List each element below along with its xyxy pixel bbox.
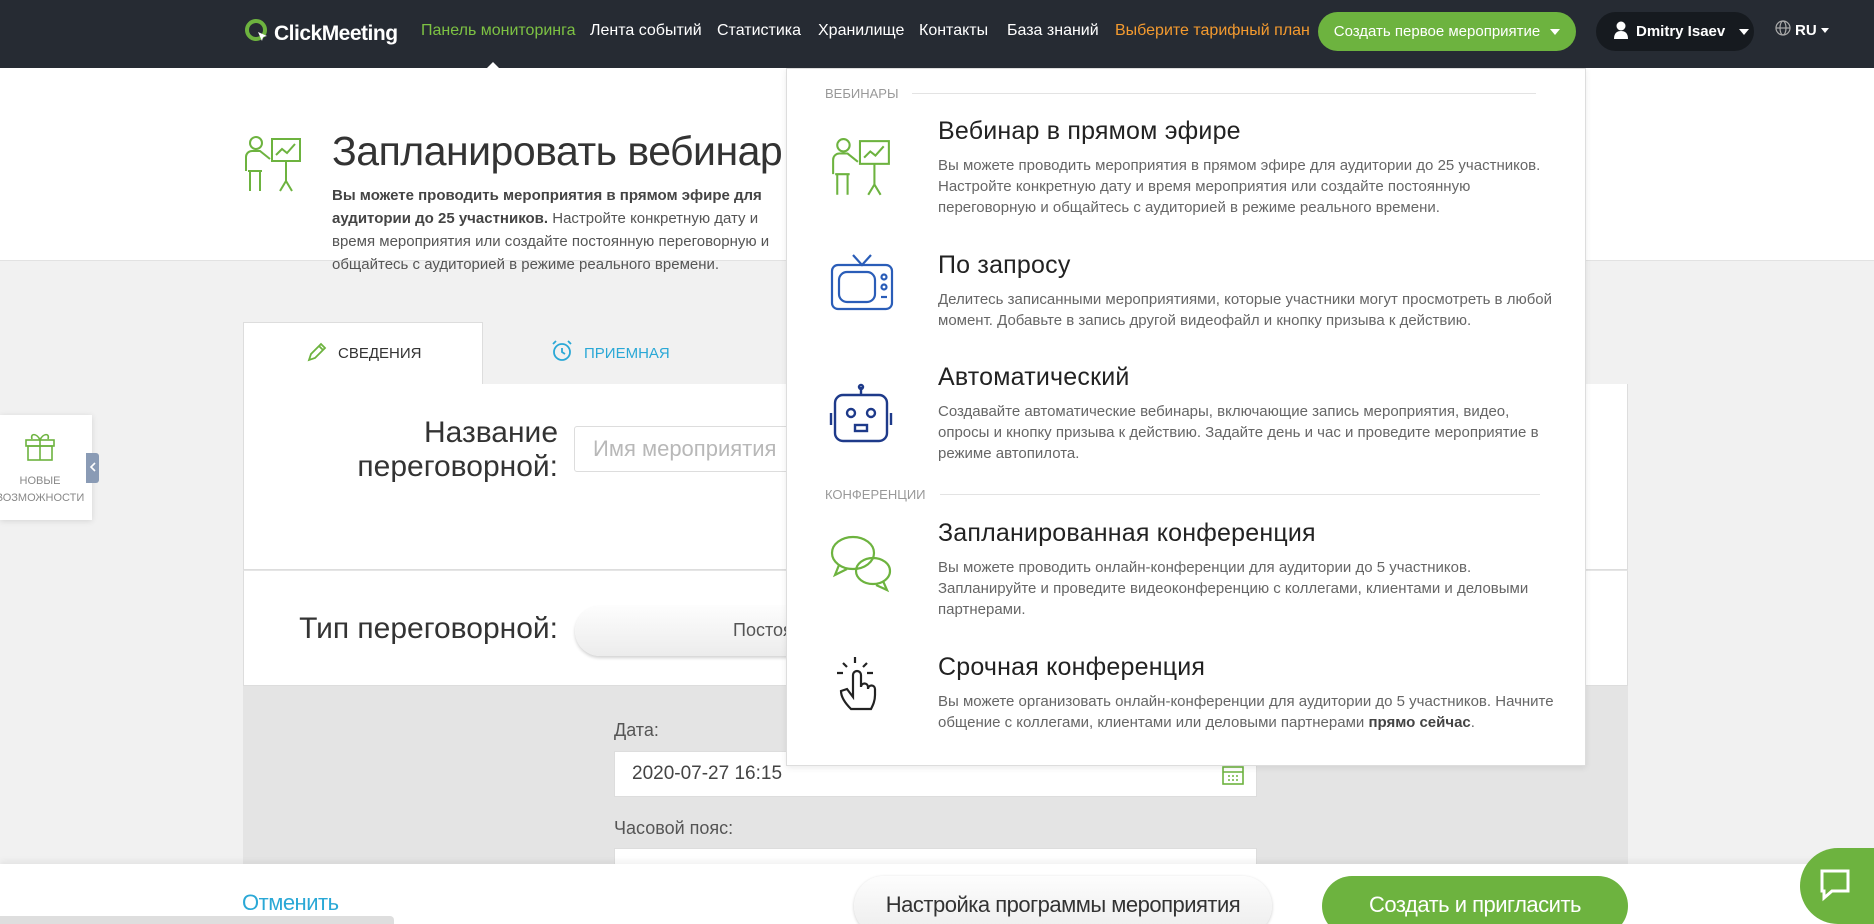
calendar-icon[interactable]: [1222, 765, 1244, 791]
section-webinars: ВЕБИНАРЫ: [825, 86, 1537, 101]
create-first-event-button[interactable]: Создать первое мероприятие: [1318, 12, 1576, 51]
menu-item-title: Запланированная конференция: [938, 519, 1316, 547]
nav-storage[interactable]: Хранилище: [818, 22, 904, 40]
nav-knowledge-base[interactable]: База знаний: [1007, 22, 1099, 40]
menu-item-desc: Делитесь записанными мероприятиями, кото…: [938, 291, 1553, 329]
menu-item-title: Вебинар в прямом эфире: [938, 117, 1241, 145]
new-features-widget[interactable]: НОВЫЕ ВОЗМОЖНОСТИ: [0, 415, 92, 520]
page-description: Вы можете проводить мероприятия в прямом…: [332, 187, 770, 273]
menu-item-desc: Вы можете организовать онлайн-конференци…: [938, 693, 1554, 731]
active-nav-pointer: [486, 62, 500, 69]
caret-down-icon: [1820, 27, 1829, 33]
alarm-clock-icon: [550, 339, 574, 367]
tap-hand-icon: [829, 651, 889, 720]
cancel-link[interactable]: Отменить: [242, 890, 339, 916]
caret-down-icon: [1550, 28, 1561, 35]
menu-item-desc: Вы можете проводить онлайн-конференции д…: [938, 559, 1529, 618]
tab-waiting-room-label: ПРИЕМНАЯ: [584, 344, 670, 362]
tv-icon: [829, 251, 895, 318]
caret-down-icon: [1739, 28, 1750, 35]
logo-icon: [244, 18, 270, 49]
robot-icon: [829, 383, 893, 450]
nav-dashboard[interactable]: Панель мониторинга: [421, 22, 576, 40]
status-bar: [0, 916, 394, 924]
clickmeeting-logo[interactable]: ClickMeeting: [244, 18, 398, 49]
create-event-dropdown: ВЕБИНАРЫ Вебинар в прямом эфире Вы может…: [786, 68, 1586, 766]
language-code: RU: [1795, 21, 1817, 39]
pencil-icon: [306, 341, 328, 367]
logo-text: ClickMeeting: [274, 21, 398, 45]
tab-waiting-room[interactable]: ПРИЕМНАЯ: [550, 322, 670, 384]
agenda-setup-button[interactable]: Настройка программы мероприятия: [854, 876, 1272, 924]
chat-button[interactable]: [1800, 848, 1874, 924]
webinar-presenter-icon: [829, 137, 893, 206]
room-type-label: Тип переговорной:: [299, 612, 558, 645]
page-title: Запланировать вебинар: [332, 128, 783, 174]
section-conferences: КОНФЕРЕНЦИИ: [825, 487, 1540, 502]
timezone-label: Часовой пояс:: [614, 818, 734, 838]
new-features-text: НОВЫЕ ВОЗМОЖНОСТИ: [0, 475, 85, 504]
date-label: Дата:: [614, 720, 659, 740]
chevron-left-icon: [89, 459, 97, 477]
user-silhouette-icon: [1614, 21, 1628, 43]
menu-item-title: По запросу: [938, 251, 1071, 279]
globe-icon: [1775, 20, 1791, 40]
chat-bubble-icon: [1816, 865, 1854, 908]
nav-contacts[interactable]: Контакты: [919, 22, 988, 40]
chat-bubbles-icon: [829, 533, 893, 598]
nav-events-feed[interactable]: Лента событий: [590, 22, 702, 40]
webinar-presenter-icon: [242, 135, 304, 202]
room-name-label: Название переговорной:: [357, 416, 558, 483]
create-invite-button[interactable]: Создать и пригласить: [1322, 876, 1628, 924]
menu-item-desc: Создавайте автоматические вебинары, вклю…: [938, 403, 1539, 462]
language-selector[interactable]: RU: [1775, 20, 1829, 40]
top-navbar: ClickMeeting Панель мониторинга Лента со…: [0, 0, 1874, 68]
tab-details[interactable]: СВЕДЕНИЯ: [243, 322, 483, 384]
menu-item-title: Срочная конференция: [938, 653, 1206, 681]
user-name: Dmitry Isaev: [1636, 23, 1726, 40]
nav-choose-plan[interactable]: Выберите тарифный план: [1115, 22, 1310, 40]
date-value: 2020-07-27 16:15: [632, 763, 783, 784]
tab-details-label: СВЕДЕНИЯ: [338, 345, 422, 362]
collapse-widget-button[interactable]: [86, 453, 99, 483]
create-first-event-label: Создать первое мероприятие: [1333, 23, 1541, 40]
user-menu[interactable]: Dmitry Isaev: [1596, 12, 1754, 51]
gift-icon: [24, 431, 56, 466]
menu-item-desc: Вы можете проводить мероприятия в прямом…: [938, 157, 1541, 216]
nav-statistics[interactable]: Статистика: [717, 22, 801, 40]
menu-item-title: Автоматический: [938, 363, 1130, 391]
